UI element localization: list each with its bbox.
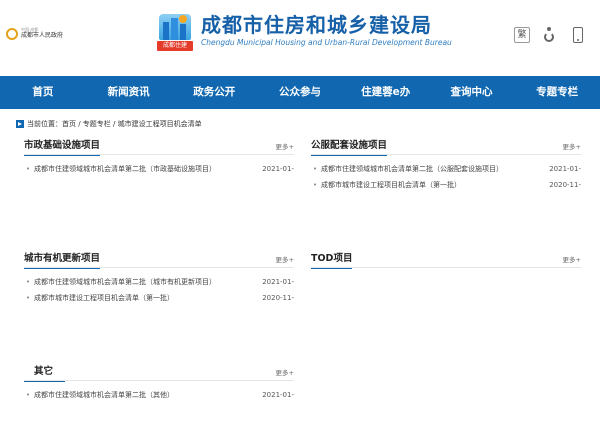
section-divider	[24, 380, 294, 381]
section-divider	[311, 267, 581, 268]
list-item-date: 2021-01-	[262, 278, 294, 286]
location-icon	[16, 120, 24, 128]
breadcrumb-path[interactable]: 首页 / 专题专栏 / 城市建设工程项目机会清单	[62, 119, 202, 129]
more-link[interactable]: 更多+	[276, 141, 294, 151]
list-item-title[interactable]: 成都市住建领域城市机会清单第二批（公服配套设施项目）	[321, 161, 503, 177]
list-item-title[interactable]: 成都市住建领域城市机会清单第二批（市政基础设施项目）	[34, 161, 216, 177]
breadcrumb-prefix: 当前位置：	[27, 120, 62, 128]
nav-item-public-participation[interactable]: 公众参与	[257, 76, 343, 109]
traditional-chinese-button[interactable]: 繁	[514, 27, 530, 43]
list-item-title[interactable]: 成都市住建领域城市机会清单第二批（城市有机更新项目）	[34, 274, 216, 290]
gov-name: 成都市人民政府	[21, 32, 64, 39]
section-divider	[311, 154, 581, 155]
list-item-date: 2020-11-	[549, 181, 581, 189]
nav-item-e-service[interactable]: 住建蓉e办	[343, 76, 429, 109]
section-tod: TOD项目 更多+	[311, 252, 581, 274]
list-item-title[interactable]: 成都市住建领域城市机会清单第二批（其他）	[34, 387, 174, 403]
list-item-date: 2020-11-	[262, 294, 294, 302]
bureau-logo-icon: 成都住建	[155, 12, 195, 52]
header-tools: 繁	[500, 27, 586, 43]
list-item[interactable]: • 成都市住建领域城市机会清单第二批（市政基础设施项目） 2021-01-	[24, 161, 294, 177]
main-nav: 首页 新闻资讯 政务公开 公众参与 住建蓉e办 查询中心 专题专栏	[0, 76, 600, 109]
site-header: 中国·成都 成都市人民政府 成都住建 成都市住房和城乡建设局 Chengdu M…	[0, 0, 600, 68]
accessibility-icon[interactable]	[542, 27, 558, 43]
nav-item-special-topics[interactable]: 专题专栏	[514, 76, 600, 109]
more-link[interactable]: 更多+	[563, 254, 581, 264]
more-link[interactable]: 更多+	[276, 367, 294, 377]
site-subtitle: Chengdu Municipal Housing and Urban-Rura…	[201, 38, 452, 47]
list-item[interactable]: • 成都市城市建设工程项目机会清单（第一批） 2020-11-	[24, 290, 294, 306]
list-item-date: 2021-01-	[262, 165, 294, 173]
section-other: 其它 更多+ • 成都市住建领域城市机会清单第二批（其他） 2021-01-	[24, 365, 294, 403]
section-public-facilities: 公服配套设施项目 更多+ • 成都市住建领域城市机会清单第二批（公服配套设施项目…	[311, 139, 581, 193]
site-brand[interactable]: 成都住建 成都市住房和城乡建设局 Chengdu Municipal Housi…	[155, 12, 452, 52]
nav-item-home[interactable]: 首页	[0, 76, 86, 109]
mobile-icon[interactable]	[570, 27, 586, 43]
section-divider	[24, 154, 294, 155]
site-title: 成都市住房和城乡建设局	[201, 13, 432, 37]
nav-item-government-affairs[interactable]: 政务公开	[171, 76, 257, 109]
breadcrumb: 当前位置： 首页 / 专题专栏 / 城市建设工程项目机会清单	[16, 119, 202, 129]
list-item-date: 2021-01-	[262, 391, 294, 399]
section-urban-renewal: 城市有机更新项目 更多+ • 成都市住建领域城市机会清单第二批（城市有机更新项目…	[24, 252, 294, 306]
nav-item-query-center[interactable]: 查询中心	[429, 76, 515, 109]
gov-portal-link[interactable]: 中国·成都 成都市人民政府	[6, 27, 63, 40]
section-municipal-infrastructure: 市政基础设施项目 更多+ • 成都市住建领域城市机会清单第二批（市政基础设施项目…	[24, 139, 294, 177]
more-link[interactable]: 更多+	[563, 141, 581, 151]
more-link[interactable]: 更多+	[276, 254, 294, 264]
section-divider	[24, 267, 294, 268]
list-item[interactable]: • 成都市城市建设工程项目机会清单（第一批） 2020-11-	[311, 177, 581, 193]
list-item-title[interactable]: 成都市城市建设工程项目机会清单（第一批）	[321, 177, 461, 193]
list-item-date: 2021-01-	[549, 165, 581, 173]
nav-item-news[interactable]: 新闻资讯	[86, 76, 172, 109]
list-item[interactable]: • 成都市住建领域城市机会清单第二批（公服配套设施项目） 2021-01-	[311, 161, 581, 177]
list-item-title[interactable]: 成都市城市建设工程项目机会清单（第一批）	[34, 290, 174, 306]
badge-label: 成都住建	[157, 41, 193, 51]
gov-emblem-icon	[6, 27, 18, 40]
list-item[interactable]: • 成都市住建领域城市机会清单第二批（城市有机更新项目） 2021-01-	[24, 274, 294, 290]
list-item[interactable]: • 成都市住建领域城市机会清单第二批（其他） 2021-01-	[24, 387, 294, 403]
